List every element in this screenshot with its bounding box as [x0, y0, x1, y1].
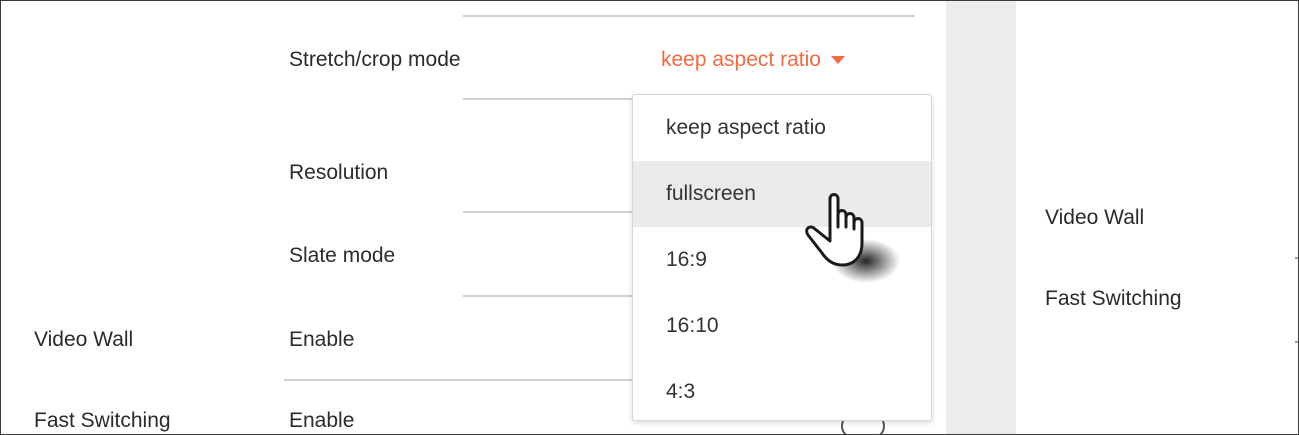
option-keep-aspect-ratio[interactable]: keep aspect ratio	[633, 95, 931, 161]
resolution-label: Resolution	[289, 161, 389, 184]
option-4-3[interactable]: 4:3	[633, 359, 931, 425]
slate-mode-label: Slate mode	[289, 244, 396, 267]
hand-pointer-icon	[805, 193, 900, 283]
panel-separator	[946, 1, 1016, 434]
stretch-crop-value: keep aspect ratio	[661, 48, 821, 71]
scroll-tick	[1295, 257, 1298, 259]
right-video-wall-label[interactable]: Video Wall	[1045, 205, 1144, 231]
divider	[463, 15, 915, 17]
right-fast-switching-label[interactable]: Fast Switching	[1045, 286, 1182, 312]
stretch-crop-select[interactable]: keep aspect ratio	[661, 45, 845, 75]
video-wall-enable-label: Enable	[289, 328, 355, 351]
divider	[463, 211, 633, 213]
video-wall-label: Video Wall	[34, 328, 134, 351]
divider	[463, 98, 633, 100]
scroll-tick	[1295, 341, 1298, 343]
fast-switching-label: Fast Switching	[34, 409, 171, 432]
divider	[463, 295, 633, 297]
divider	[284, 379, 634, 381]
caret-down-icon	[830, 56, 845, 65]
fast-switching-enable-label: Enable	[289, 409, 355, 432]
option-16-10[interactable]: 16:10	[633, 293, 931, 359]
settings-window: Stretch/crop mode keep aspect ratio Reso…	[0, 0, 1299, 435]
stretch-crop-label: Stretch/crop mode	[289, 48, 461, 71]
